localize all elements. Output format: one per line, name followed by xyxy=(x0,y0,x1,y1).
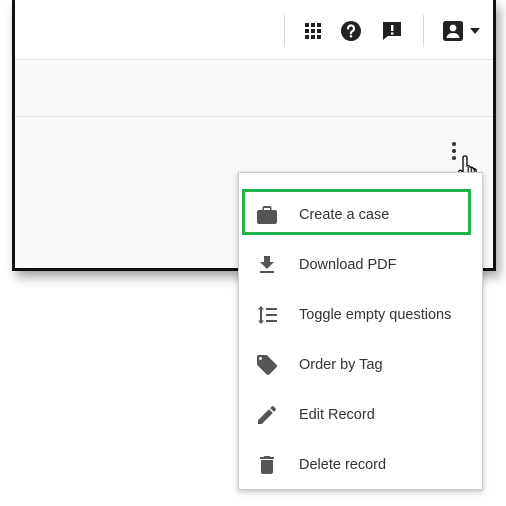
tag-icon xyxy=(255,353,279,377)
menu-item-label: Edit Record xyxy=(299,407,375,423)
toolbar-separator xyxy=(423,15,424,47)
menu-item-order-by-tag[interactable]: Order by Tag xyxy=(239,340,482,390)
dropdown-caret-icon[interactable] xyxy=(468,20,482,42)
pencil-icon xyxy=(255,403,279,427)
help-icon[interactable] xyxy=(340,20,362,42)
menu-item-toggle-empty-questions[interactable]: Toggle empty questions xyxy=(239,290,482,340)
menu-item-delete-record[interactable]: Delete record xyxy=(239,440,482,490)
menu-item-label: Delete record xyxy=(299,457,387,473)
toggle-lines-icon xyxy=(255,303,279,327)
menu-item-label: Create a case xyxy=(299,207,390,223)
apps-icon[interactable] xyxy=(302,20,324,42)
top-bar xyxy=(15,0,493,60)
menu-item-create-case[interactable]: Create a case xyxy=(239,190,482,240)
trash-icon xyxy=(255,453,279,477)
toolbar-separator xyxy=(284,15,285,47)
briefcase-icon xyxy=(255,203,279,227)
menu-item-label: Download PDF xyxy=(299,257,397,273)
feedback-icon[interactable] xyxy=(381,20,403,42)
menu-item-download-pdf[interactable]: Download PDF xyxy=(239,240,482,290)
menu-item-label: Toggle empty questions xyxy=(299,307,452,323)
account-icon[interactable] xyxy=(442,20,464,42)
record-actions-menu: Create a case Download PDF Toggle empty … xyxy=(238,172,483,490)
menu-item-label: Order by Tag xyxy=(299,357,383,373)
download-icon xyxy=(255,253,279,277)
secondary-bar xyxy=(15,60,493,117)
menu-item-edit-record[interactable]: Edit Record xyxy=(239,390,482,440)
